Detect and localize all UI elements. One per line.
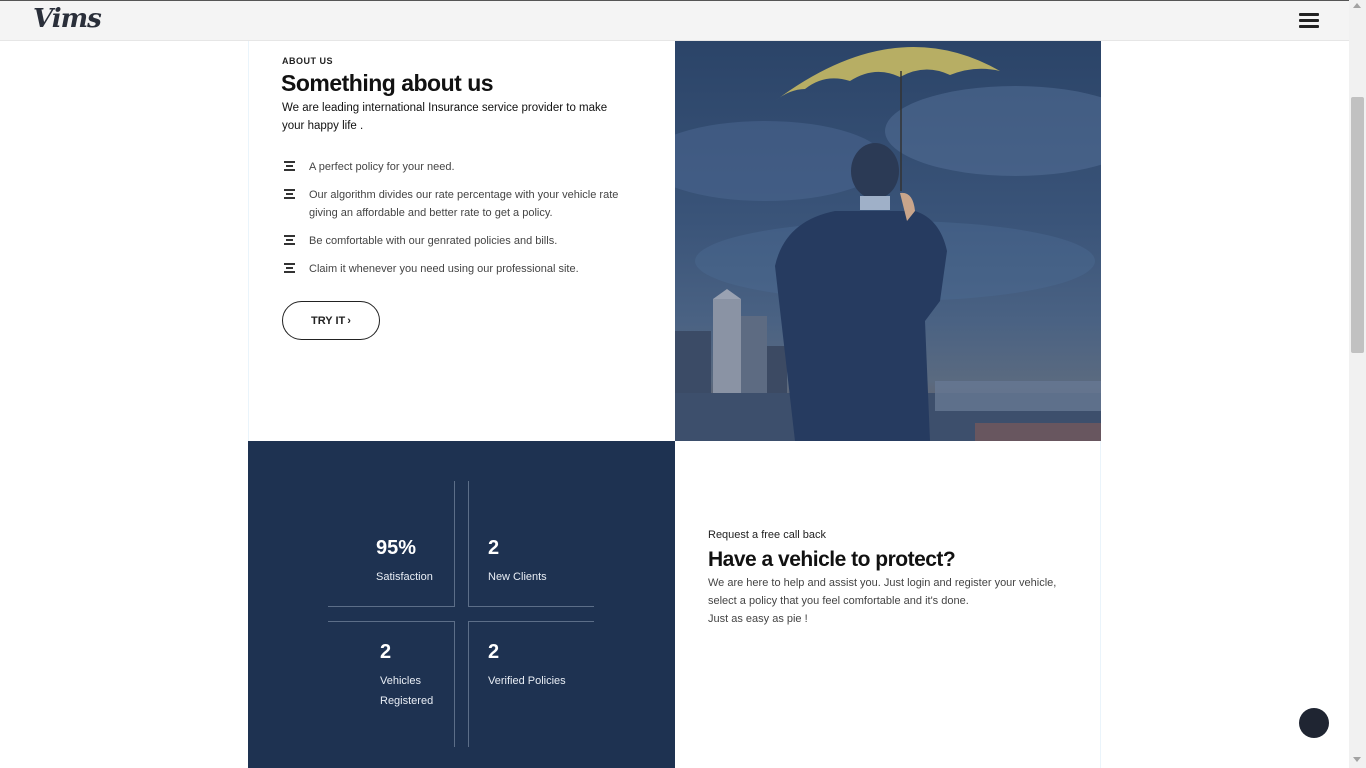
- top-navbar: Vims: [0, 0, 1349, 41]
- cta-text-line: Just as easy as pie !: [708, 613, 808, 625]
- align-center-icon: [284, 235, 295, 246]
- scroll-thumb[interactable]: [1351, 97, 1364, 353]
- stat-label: New Clients: [488, 571, 547, 583]
- callback-section: Request a free call back Have a vehicle …: [675, 441, 1101, 768]
- page-scrollbar[interactable]: [1349, 0, 1366, 768]
- grid-divider: [468, 606, 594, 607]
- stat-value: 2: [488, 641, 500, 663]
- stat-verified-policies: 2 Verified Policies: [488, 641, 566, 691]
- scroll-down-arrow-icon[interactable]: [1353, 757, 1361, 762]
- feature-item: Our algorithm divides our rate percentag…: [282, 186, 632, 222]
- stat-label: Satisfaction: [376, 571, 433, 583]
- try-it-label: TRY IT: [311, 314, 346, 327]
- feature-list: A perfect policy for your need. Our algo…: [282, 158, 632, 288]
- about-title: Something about us: [281, 70, 494, 96]
- grid-divider: [468, 621, 469, 747]
- stat-value: 95%: [376, 537, 417, 559]
- grid-divider: [454, 621, 455, 747]
- stat-label: Verified Policies: [488, 675, 566, 687]
- stat-value: 2: [488, 537, 500, 559]
- menu-bar: [1299, 19, 1319, 22]
- about-section: ABOUT US Something about us We are leadi…: [248, 41, 675, 441]
- cta-text: We are here to help and assist you. Just…: [708, 574, 1068, 628]
- scroll-up-arrow-icon[interactable]: [1353, 3, 1361, 8]
- menu-bar: [1299, 13, 1319, 16]
- feature-text: A perfect policy for your need.: [309, 161, 455, 173]
- grid-divider: [468, 621, 594, 622]
- cta-eyebrow: Request a free call back: [708, 529, 827, 541]
- grid-divider: [454, 481, 455, 607]
- hamburger-menu-icon[interactable]: [1299, 13, 1319, 29]
- menu-bar: [1299, 25, 1319, 28]
- chevron-right-icon: ›: [347, 314, 351, 327]
- try-it-button[interactable]: TRY IT ›: [282, 301, 380, 340]
- feature-text: Be comfortable with our genrated policie…: [309, 235, 558, 247]
- businessman-umbrella-photo: [675, 41, 1101, 441]
- align-center-icon: [284, 161, 295, 172]
- align-center-icon: [284, 189, 295, 200]
- align-center-icon: [284, 263, 295, 274]
- cta-title: Have a vehicle to protect?: [708, 548, 956, 571]
- grid-divider: [328, 606, 454, 607]
- about-eyebrow: ABOUT US: [282, 56, 333, 66]
- grid-divider: [468, 481, 469, 607]
- site-logo[interactable]: Vims: [33, 4, 102, 34]
- feature-item: Claim it whenever you need using our pro…: [282, 260, 632, 278]
- about-lead: We are leading international Insurance s…: [282, 102, 608, 132]
- photo-illustration: [675, 46, 1101, 441]
- stat-value: 2: [380, 641, 392, 663]
- cta-text-line: We are here to help and assist you. Just…: [708, 577, 1057, 607]
- chat-widget-button[interactable]: [1299, 708, 1329, 738]
- feature-text: Claim it whenever you need using our pro…: [309, 263, 579, 275]
- feature-text: Our algorithm divides our rate percentag…: [309, 189, 619, 219]
- stat-satisfaction: 95% Satisfaction: [376, 537, 433, 587]
- feature-item: A perfect policy for your need.: [282, 158, 632, 176]
- stat-label: Vehicles Registered: [380, 675, 434, 707]
- feature-item: Be comfortable with our genrated policie…: [282, 232, 632, 250]
- stats-section: 95% Satisfaction 2 New Clients 2 Vehicle…: [248, 441, 675, 768]
- grid-divider: [328, 621, 454, 622]
- stat-new-clients: 2 New Clients: [488, 537, 547, 587]
- stat-vehicles-registered: 2 Vehicles Registered: [380, 641, 442, 711]
